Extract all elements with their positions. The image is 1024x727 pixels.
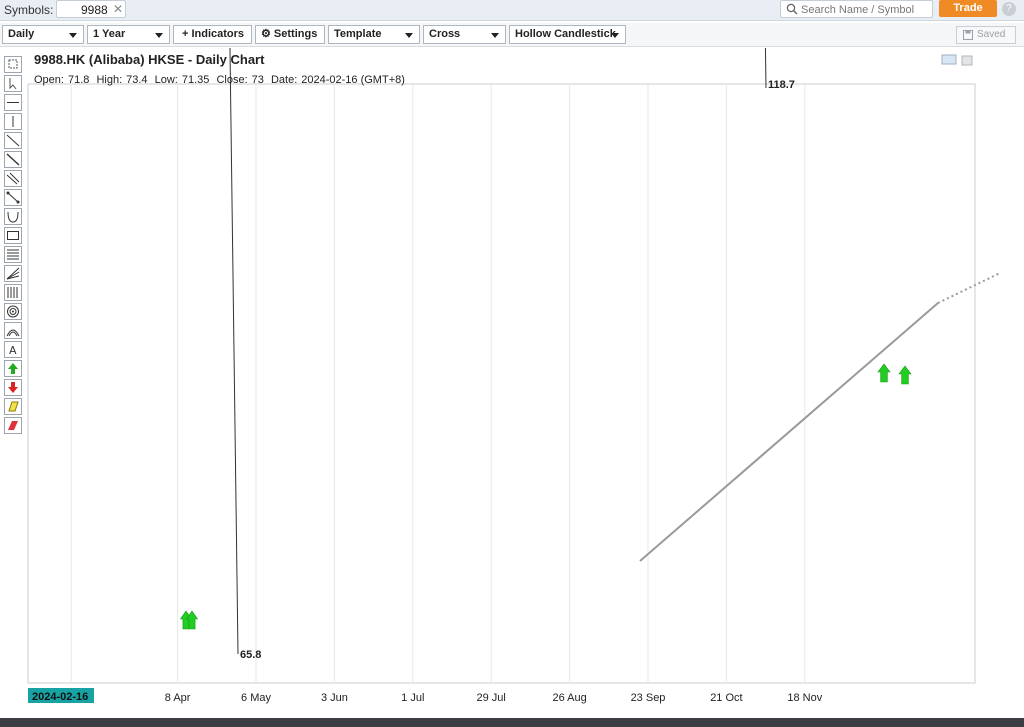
range-value: 1 Year	[93, 28, 126, 40]
x-tick-label: 3 Jun	[321, 692, 348, 704]
template-value: Template	[334, 28, 382, 40]
chart-title: 9988.HK (Alibaba) HKSE - Daily Chart	[34, 52, 265, 67]
settings-button[interactable]: ⚙ Settings	[255, 25, 325, 44]
x-tick-label: 23 Sep	[631, 692, 666, 704]
x-tick-label: 8 Apr	[165, 692, 191, 704]
open-label: Open:	[34, 74, 64, 86]
crosshair-select[interactable]: Cross	[423, 25, 506, 44]
symbols-label: Symbols:	[4, 3, 54, 17]
floppy-icon	[963, 30, 973, 40]
low-value: 71.35	[181, 74, 210, 86]
symbol-value: 9988	[81, 3, 108, 17]
high-value: 73.4	[126, 74, 148, 86]
trade-button[interactable]: Trade	[939, 0, 997, 17]
high-label: High:	[96, 74, 123, 86]
template-select[interactable]: Template	[328, 25, 420, 44]
x-tick-label: 18 Nov	[787, 692, 822, 704]
x-tick-label: 21 Oct	[710, 692, 742, 704]
price-chart[interactable]: 93.63118.765.8 65.0070.0075.0080.0085.00…	[0, 48, 1024, 716]
ohlc-readout: Open: 71.8 High: 73.4 Low: 71.35 Close: 73 D…	[34, 74, 409, 86]
low-annotation: 65.8	[240, 649, 261, 661]
search-input[interactable]	[801, 2, 929, 17]
x-tick-label: 1 Jul	[401, 692, 424, 704]
plot-frame	[27, 83, 976, 684]
chevron-down-icon	[405, 33, 413, 38]
trash-icon	[961, 55, 973, 66]
crosshair-value: Cross	[429, 28, 461, 40]
close-label: Close:	[216, 74, 248, 86]
chart-style-value: Hollow Candlestick	[515, 28, 616, 40]
open-value: 71.8	[67, 74, 90, 86]
high-annotation: 118.7	[768, 79, 795, 91]
close-value: 73	[251, 74, 264, 86]
x-tick-label: 29 Jul	[477, 692, 506, 704]
x-tick-label: 26 Aug	[552, 692, 586, 704]
image-icon	[941, 54, 957, 65]
interval-select[interactable]: Daily	[2, 25, 84, 44]
chart-style-select[interactable]: Hollow Candlestick	[509, 25, 626, 44]
symbol-input[interactable]: 9988 ✕	[56, 0, 126, 18]
search-icon	[786, 3, 798, 15]
symbol-bar: Symbols: 9988 ✕ Trade ?	[0, 0, 1024, 21]
chart-app: Symbols: 9988 ✕ Trade ? Daily 1 Year + I…	[0, 0, 1024, 727]
date-label: Date:	[270, 74, 298, 86]
start-date-label: 2024-02-16	[32, 691, 88, 703]
interval-value: Daily	[8, 28, 35, 40]
range-select[interactable]: 1 Year	[87, 25, 170, 44]
low-label: Low:	[154, 74, 178, 86]
chart-toolbar: Daily 1 Year + Indicators ⚙ Settings Tem…	[0, 23, 1024, 47]
high-leader	[764, 48, 767, 89]
x-tick-label: 6 May	[241, 692, 271, 704]
chevron-down-icon	[69, 33, 77, 38]
saved-label: Saved	[977, 29, 1006, 40]
bottom-strip	[0, 718, 1024, 727]
clear-icon[interactable]: ✕	[113, 2, 123, 16]
chevron-down-icon	[611, 33, 619, 38]
chevron-down-icon	[155, 33, 163, 38]
chart-grid	[27, 83, 976, 684]
search-box[interactable]	[780, 0, 933, 18]
chevron-down-icon	[491, 33, 499, 38]
saved-button[interactable]: Saved	[956, 26, 1016, 44]
date-value: 2024-02-16 (GMT+8)	[301, 74, 405, 86]
help-icon[interactable]: ?	[1002, 2, 1016, 16]
indicators-button[interactable]: + Indicators	[173, 25, 252, 44]
